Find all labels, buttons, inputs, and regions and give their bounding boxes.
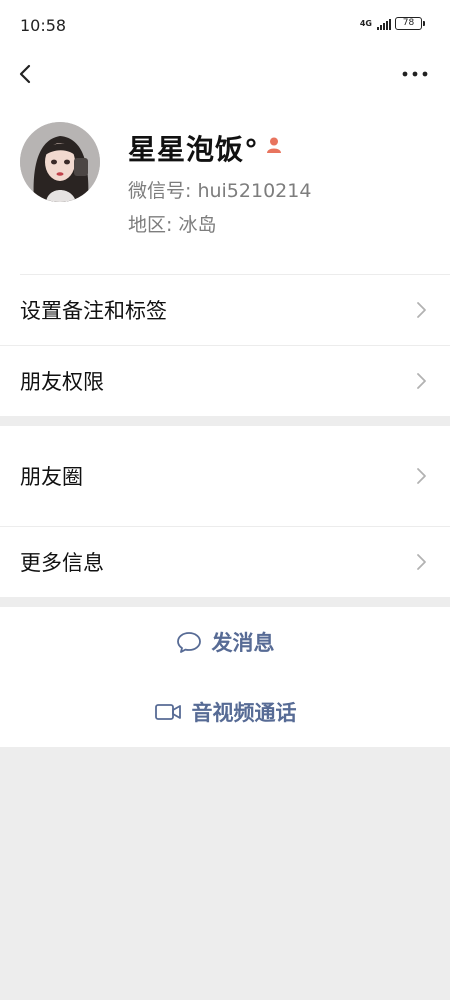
- signal-icon: [377, 18, 391, 30]
- network-type: 4G: [359, 19, 372, 28]
- video-call-label: 音视频通话: [191, 701, 297, 725]
- chevron-right-icon: [417, 554, 426, 570]
- remark-tags-row[interactable]: 设置备注和标签: [0, 275, 450, 345]
- profile-header: 星星泡饭° 微信号: hui5210214 地区: 冰岛: [0, 102, 450, 275]
- moments-label: 朋友圈: [20, 465, 83, 489]
- avatar[interactable]: [20, 122, 100, 202]
- nickname: 星星泡饭°: [128, 133, 260, 166]
- battery-icon: 78: [395, 17, 425, 30]
- chevron-right-icon: [417, 468, 426, 484]
- nav-bar: [0, 52, 450, 102]
- name-row: 星星泡饭°: [128, 128, 283, 168]
- friend-permissions-row[interactable]: 朋友权限: [0, 346, 450, 416]
- send-message-label: 发消息: [211, 631, 275, 655]
- person-female-icon: [267, 137, 282, 153]
- remark-tags-label: 设置备注和标签: [20, 299, 167, 323]
- video-call-button[interactable]: 音视频通话: [0, 677, 450, 747]
- chevron-left-icon: [19, 64, 31, 84]
- chat-bubble-icon: [176, 632, 201, 653]
- friend-permissions-label: 朋友权限: [20, 370, 104, 394]
- chevron-right-icon: [417, 373, 426, 389]
- status-indicators: 4G 78: [359, 17, 425, 30]
- avatar-image: [20, 122, 100, 202]
- wechat-id: 微信号: hui5210214: [128, 180, 312, 202]
- more-button[interactable]: [400, 60, 430, 88]
- more-info-row[interactable]: 更多信息: [0, 527, 450, 597]
- send-message-button[interactable]: 发消息: [0, 607, 450, 677]
- status-bar: 10:58 4G 78: [0, 0, 450, 52]
- battery-level: 78: [402, 18, 415, 28]
- more-dots-icon: [402, 71, 428, 77]
- chevron-right-icon: [417, 302, 426, 318]
- back-button[interactable]: [12, 60, 40, 88]
- more-info-label: 更多信息: [20, 551, 104, 575]
- moments-row[interactable]: 朋友圈: [0, 426, 450, 526]
- video-camera-icon: [154, 704, 181, 720]
- region: 地区: 冰岛: [128, 214, 217, 236]
- status-time: 10:58: [20, 16, 67, 35]
